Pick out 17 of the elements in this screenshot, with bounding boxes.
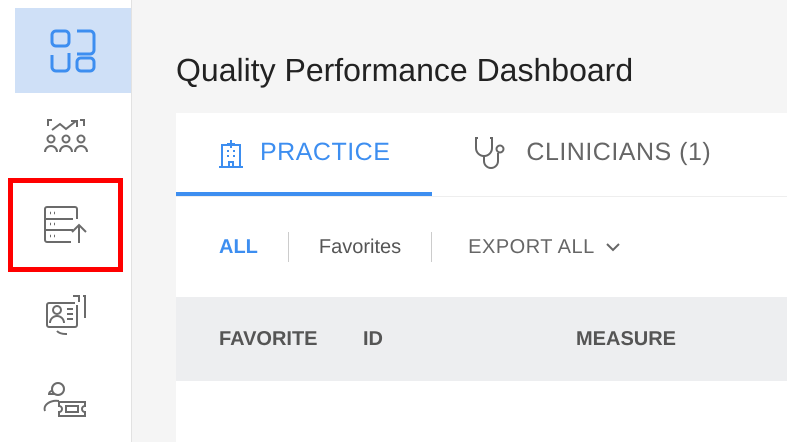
- filter-link[interactable]: ALL: [219, 232, 258, 262]
- chevron-down-icon: [604, 242, 621, 252]
- tab[interactable]: CLINICIANS (1): [432, 113, 754, 196]
- dashboard-icon: [50, 28, 96, 72]
- page-title: Quality Performance Dashboard: [176, 51, 634, 90]
- server-upload-icon: [42, 206, 88, 244]
- sidebar-item[interactable]: [8, 178, 123, 272]
- export-all-button[interactable]: EXPORT ALL: [468, 232, 621, 262]
- filter-link[interactable]: Favorites: [318, 232, 402, 262]
- column-header: ID: [363, 328, 383, 350]
- group-chart-icon: [44, 118, 88, 154]
- column-header: FAVORITE: [219, 328, 318, 350]
- id-card-icon: [44, 292, 86, 336]
- person-ticket-icon: [42, 380, 88, 420]
- tab[interactable]: PRACTICE: [176, 113, 432, 196]
- column-header: MEASURE: [576, 328, 676, 350]
- hospital-icon: [218, 138, 244, 168]
